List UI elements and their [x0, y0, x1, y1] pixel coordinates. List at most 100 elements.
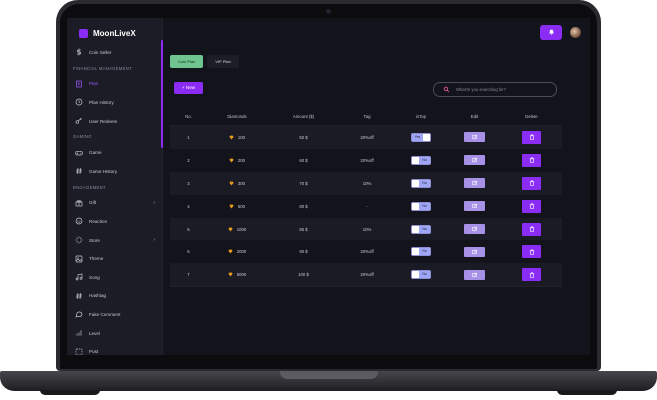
cell-delete	[501, 222, 562, 236]
edit-button[interactable]	[464, 201, 485, 212]
bar-chart-icon	[74, 329, 83, 338]
toggle-knob	[412, 225, 420, 233]
cell-amount: 85 $	[299, 226, 308, 232]
sidebar-item-label: Coin Seller	[89, 49, 112, 55]
toggle-label: Yes	[412, 133, 423, 141]
search-box[interactable]	[433, 82, 557, 97]
edit-button[interactable]	[464, 132, 485, 143]
trash-icon	[529, 203, 534, 209]
sidebar-item-game-history[interactable]: Game History	[67, 162, 161, 181]
brand[interactable]: MoonLiveX	[79, 29, 136, 38]
cell-amount: 50 $	[299, 134, 308, 140]
loader-icon	[74, 236, 83, 245]
plan-tabs: Coin Plan VIP Plan	[170, 55, 239, 68]
sidebar-section-label: FINANCIAL MANAGEMENT	[73, 65, 132, 71]
toggle-label: No	[419, 179, 430, 187]
cell-amount: 80 $	[299, 203, 308, 209]
istop-toggle[interactable]: No	[411, 155, 431, 165]
sidebar-item-label: Game	[89, 150, 102, 156]
column-header-amount[interactable]: Amount ($)	[267, 114, 340, 119]
new-button[interactable]: + New	[174, 82, 203, 94]
edit-button[interactable]	[464, 269, 485, 280]
edit-icon	[471, 135, 477, 140]
sidebar-section-label: GAMING	[73, 134, 92, 140]
delete-button[interactable]	[522, 130, 541, 144]
cell-istop: No	[394, 224, 448, 234]
sidebar-item-hashtag[interactable]: Hashtag	[67, 287, 161, 306]
gift-icon	[74, 198, 83, 207]
delete-button[interactable]	[522, 222, 541, 236]
trash-icon	[529, 249, 534, 255]
istop-toggle[interactable]: No	[411, 247, 431, 257]
diamond-count: 500	[237, 203, 246, 209]
sidebar-scrollbar[interactable]	[161, 40, 163, 148]
table-footer	[170, 286, 562, 290]
camera-icon	[326, 9, 331, 14]
delete-button[interactable]	[522, 245, 541, 259]
app-screen: MoonLiveX Coin Seller FINANCIAL MANAGEMEN…	[67, 18, 590, 355]
delete-button[interactable]	[522, 176, 541, 190]
trash-icon	[529, 157, 534, 163]
cell-istop: No	[394, 247, 448, 257]
delete-button[interactable]	[522, 199, 541, 213]
edit-icon	[471, 180, 477, 186]
table-body: 1 100 50 $ 20%off Yes 2 200 60 $ 20%off No 3 300 70 …	[170, 126, 562, 287]
column-header-diamonds[interactable]: Diamonds	[207, 114, 267, 119]
sidebar-item-reaction[interactable]: Reaction	[67, 212, 161, 231]
sidebar-item-user-redeem[interactable]: User Redeem	[67, 112, 161, 131]
sidebar-item-fake-comment[interactable]: Fake Comment	[67, 305, 161, 324]
laptop-mockup: MoonLiveX Coin Seller FINANCIAL MANAGEMEN…	[0, 0, 657, 400]
toggle-label: No	[419, 156, 430, 164]
sidebar-item-level[interactable]: Level	[67, 324, 161, 343]
sidebar-item-post[interactable]: Post	[67, 342, 161, 355]
sidebar-item-store[interactable]: Store ›	[67, 231, 161, 250]
gamepad-icon	[74, 148, 83, 157]
table-row: 3 300 70 $ 10% No	[170, 171, 562, 195]
notification-button[interactable]	[540, 25, 562, 40]
cell-tag: -	[366, 203, 368, 209]
istop-toggle[interactable]: No	[411, 224, 431, 234]
istop-toggle[interactable]: No	[411, 201, 431, 211]
tab-coin-plan[interactable]: Coin Plan	[170, 55, 204, 68]
avatar[interactable]	[570, 27, 581, 38]
sidebar-item-game[interactable]: Game	[67, 143, 161, 162]
sidebar-item-label: Plan	[89, 81, 99, 87]
column-header-tag[interactable]: Tag	[340, 114, 394, 119]
edit-icon	[471, 249, 477, 254]
edit-button[interactable]	[464, 246, 485, 257]
music-icon	[74, 273, 83, 282]
istop-toggle[interactable]: No	[411, 270, 431, 280]
sidebar-item-gift[interactable]: Gift ›	[67, 194, 161, 213]
cell-amount: 70 $	[299, 180, 308, 186]
sidebar-item-song[interactable]: Song	[67, 268, 161, 287]
delete-button[interactable]	[522, 268, 541, 282]
delete-button[interactable]	[522, 153, 541, 167]
edit-button[interactable]	[464, 155, 485, 166]
plan-table: No. Diamonds Amount ($) Tag isTop Edit D…	[170, 108, 562, 290]
cell-edit	[448, 224, 501, 234]
istop-toggle[interactable]: Yes	[411, 132, 431, 142]
cell-delete	[501, 245, 562, 259]
istop-toggle[interactable]: No	[411, 178, 431, 188]
toggle-label: No	[419, 225, 430, 233]
sidebar-item-plan-history[interactable]: Plan History	[67, 93, 161, 112]
cell-tag: 20%off	[360, 157, 374, 163]
sidebar-item-plan[interactable]: Plan	[67, 75, 161, 94]
sidebar-item-coin-seller[interactable]: Coin Seller	[67, 43, 161, 62]
edit-button[interactable]	[464, 178, 485, 189]
cell-edit	[448, 246, 501, 257]
cell-tag: 10%	[362, 226, 372, 232]
sidebar-item-theme[interactable]: Theme	[67, 249, 161, 268]
bell-icon	[548, 29, 554, 36]
column-header-no[interactable]: No.	[170, 114, 207, 119]
hash-icon	[74, 167, 83, 176]
toggle-knob	[412, 156, 420, 164]
column-header-istop[interactable]: isTop	[394, 114, 448, 119]
search-input[interactable]	[456, 87, 556, 92]
edit-button[interactable]	[464, 224, 485, 234]
diamond-icon	[229, 135, 234, 140]
cell-no: 1	[187, 134, 190, 140]
cell-edit	[448, 178, 501, 189]
tab-vip-plan[interactable]: VIP Plan	[207, 55, 239, 68]
diamond-count: 300	[237, 180, 246, 186]
